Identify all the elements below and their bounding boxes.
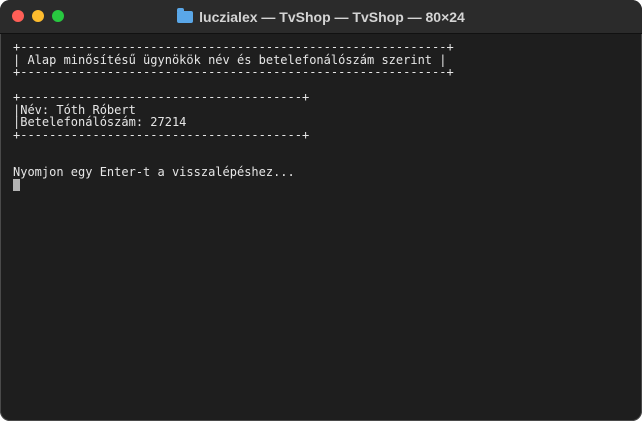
prompt-line: Nyomjon egy Enter-t a visszalépéshez... [13, 165, 295, 179]
cursor-line [13, 178, 633, 192]
text-cursor[interactable] [13, 178, 20, 191]
header-border-bottom: +---------------------------------------… [13, 65, 454, 79]
record-border-top: +---------------------------------------… [13, 90, 310, 104]
title-bar[interactable]: luczialex — TvShop — TvShop — 80×24 [0, 0, 642, 34]
record-border-bottom: +---------------------------------------… [13, 127, 310, 142]
terminal-window: luczialex — TvShop — TvShop — 80×24 +---… [0, 0, 642, 421]
header-border-top: +---------------------------------------… [13, 40, 454, 54]
window-title: luczialex — TvShop — TvShop — 80×24 [199, 8, 465, 25]
record-phone-line: |Betelefonálószám: 27214 [13, 115, 187, 129]
terminal-output[interactable]: +---------------------------------------… [13, 41, 633, 191]
folder-icon [177, 7, 194, 23]
window-title-area: luczialex — TvShop — TvShop — 80×24 [0, 0, 642, 33]
